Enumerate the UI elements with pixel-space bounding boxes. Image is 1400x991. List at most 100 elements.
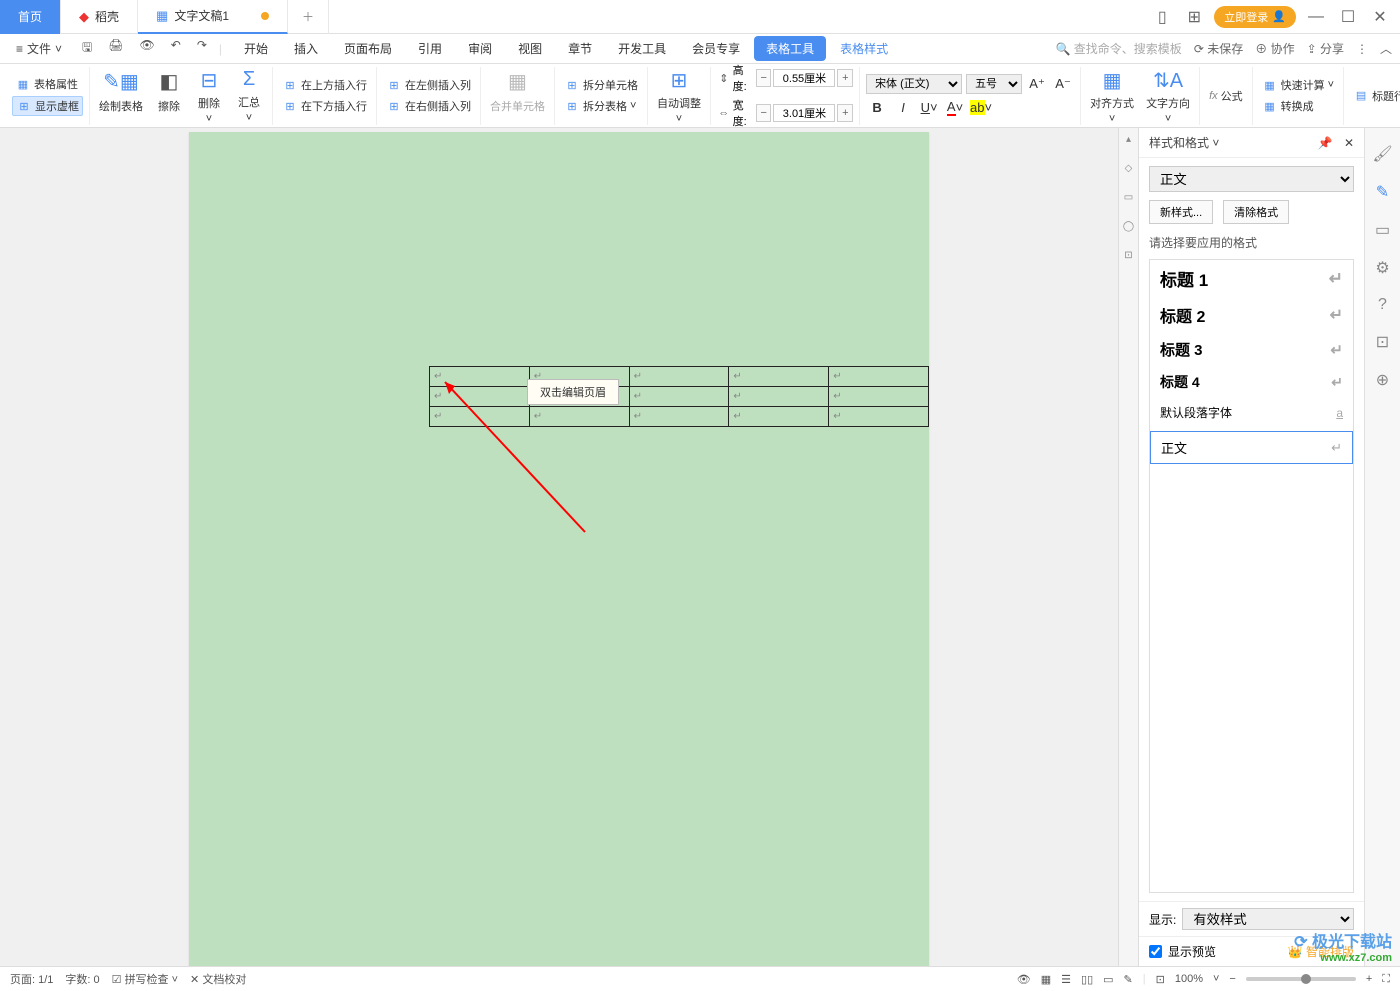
bold-button[interactable]: B — [866, 97, 888, 117]
minimize-button[interactable]: — — [1304, 5, 1328, 29]
insert-right-button[interactable]: ⊞在右侧插入列 — [383, 97, 474, 115]
share-button[interactable]: ⇪ 分享 — [1307, 40, 1344, 57]
insert-below-button[interactable]: ⊞在下方插入行 — [279, 97, 370, 115]
menu-reference[interactable]: 引用 — [406, 36, 454, 61]
zoom-out[interactable]: − — [1229, 973, 1235, 985]
table-props-button[interactable]: ▦表格属性 — [12, 75, 83, 93]
italic-button[interactable]: I — [892, 97, 914, 117]
pin-icon[interactable]: 📌 — [1318, 136, 1333, 150]
style-body[interactable]: 正文↵ — [1150, 431, 1353, 464]
style-heading-2[interactable]: 标题 2↵ — [1150, 297, 1353, 333]
font-shrink[interactable]: A⁻ — [1052, 74, 1074, 94]
style-heading-4[interactable]: 标题 4↵ — [1150, 366, 1353, 398]
tab-add[interactable]: ＋ — [288, 0, 329, 34]
new-style-button[interactable]: 新样式... — [1149, 200, 1213, 224]
collab-button[interactable]: ⊕ 协作 — [1255, 40, 1294, 57]
zoom-fit-icon[interactable]: ⊡ — [1156, 973, 1165, 986]
unsaved-indicator[interactable]: ⟳ 未保存 — [1194, 40, 1243, 57]
panel-close[interactable]: ✕ — [1344, 136, 1354, 150]
qat-undo[interactable]: ↶ — [167, 36, 185, 61]
qat-save[interactable]: 🖫 — [78, 36, 96, 61]
tool-clip-icon[interactable]: ⊡ — [1376, 332, 1389, 352]
qat-print[interactable]: 🖨 — [104, 36, 127, 61]
summary-button[interactable]: Σ汇总˅ — [232, 67, 266, 125]
qat-preview[interactable]: 👁 — [136, 36, 159, 61]
menu-layout[interactable]: 页面布局 — [332, 36, 404, 61]
height-input[interactable] — [773, 69, 835, 87]
collapse-ribbon[interactable]: ︿ — [1380, 40, 1392, 57]
insert-left-button[interactable]: ⊞在左侧插入列 — [383, 76, 474, 94]
font-size-select[interactable]: 五号 — [966, 74, 1022, 94]
delete-button[interactable]: ⊟删除˅ — [192, 67, 226, 125]
width-minus[interactable]: − — [756, 104, 772, 122]
menu-start[interactable]: 开始 — [232, 36, 280, 61]
underline-button[interactable]: U˅ — [918, 97, 940, 117]
gutter-item[interactable]: ▭ — [1124, 192, 1133, 203]
menu-review[interactable]: 审阅 — [456, 36, 504, 61]
clear-format-button[interactable]: 清除格式 — [1223, 200, 1289, 224]
view-book-icon[interactable]: ▯▯ — [1081, 973, 1093, 986]
convert-button[interactable]: ▦转换成 — [1259, 97, 1337, 115]
insert-above-button[interactable]: ⊞在上方插入行 — [279, 76, 370, 94]
view-web-icon[interactable]: ▭ — [1103, 973, 1113, 986]
font-color-button[interactable]: A˅ — [944, 97, 966, 117]
document-area[interactable]: ↵↵↵↵↵ ↵↵↵↵↵ ↵↵↵↵↵ 双击编辑页眉 — [0, 128, 1118, 966]
height-plus[interactable]: + — [837, 69, 853, 87]
status-spell[interactable]: ☑ 拼写检查 ˅ — [112, 971, 178, 987]
command-search[interactable]: 🔍 查找命令、搜索模板 — [1056, 40, 1182, 57]
view-grid-icon[interactable]: ▦ — [1041, 973, 1051, 986]
view-outline-icon[interactable]: ☰ — [1061, 973, 1071, 986]
gutter-item[interactable]: ◇ — [1125, 163, 1133, 174]
style-heading-3[interactable]: 标题 3↵ — [1150, 333, 1353, 366]
status-words[interactable]: 字数: 0 — [65, 971, 99, 987]
menu-member[interactable]: 会员专享 — [680, 36, 752, 61]
menu-devtools[interactable]: 开发工具 — [606, 36, 678, 61]
gutter-item[interactable]: ⊡ — [1124, 250, 1132, 261]
width-input[interactable] — [773, 104, 835, 122]
tab-home[interactable]: 首页 — [0, 0, 61, 34]
style-heading-1[interactable]: 标题 1↵ — [1150, 260, 1353, 297]
status-proof[interactable]: ✕ 文档校对 — [190, 971, 246, 987]
show-filter-select[interactable]: 有效样式 — [1182, 908, 1354, 930]
more-menu[interactable]: ⋮ — [1356, 42, 1368, 56]
formula-button[interactable]: fx 公式 — [1206, 87, 1246, 105]
maximize-button[interactable]: ☐ — [1336, 5, 1360, 29]
tab-document[interactable]: ▦ 文字文稿1 — [138, 0, 288, 34]
status-page[interactable]: 页面: 1/1 — [10, 971, 53, 987]
quick-calc-button[interactable]: ▦快速计算˅ — [1259, 76, 1337, 94]
tool-select-icon[interactable]: ▭ — [1375, 220, 1390, 240]
highlight-button[interactable]: ab˅ — [970, 97, 992, 117]
menu-view[interactable]: 视图 — [506, 36, 554, 61]
split-table-button[interactable]: ⊞拆分表格˅ — [561, 97, 641, 115]
menu-chapter[interactable]: 章节 — [556, 36, 604, 61]
view-edit-icon[interactable]: ✎ — [1124, 973, 1133, 986]
file-menu[interactable]: ≡ 文件 ˅ — [8, 38, 70, 59]
tool-highlight-icon[interactable]: ✎ — [1376, 182, 1389, 202]
auto-fit-button[interactable]: ⊞自动调整˅ — [654, 67, 704, 125]
merge-cells-button[interactable]: ▦合并单元格 — [487, 67, 548, 125]
login-button[interactable]: 立即登录 👤 — [1214, 6, 1296, 28]
gutter-item[interactable]: ◯ — [1123, 221, 1134, 232]
font-name-select[interactable]: 宋体 (正文) — [866, 74, 962, 94]
fullscreen-icon[interactable]: ⛶ — [1382, 973, 1390, 986]
zoom-in[interactable]: + — [1366, 973, 1372, 985]
tool-brush-icon[interactable]: 🖌 — [1372, 144, 1392, 164]
current-style-select[interactable]: 正文 — [1149, 166, 1354, 192]
tool-settings-icon[interactable]: ⚙ — [1375, 258, 1389, 278]
style-default-font[interactable]: 默认段落字体a — [1150, 398, 1353, 427]
qat-redo[interactable]: ↷ — [193, 36, 211, 61]
close-button[interactable]: ✕ — [1368, 5, 1392, 29]
align-button[interactable]: ▦对齐方式˅ — [1087, 67, 1137, 125]
text-dir-button[interactable]: ⇅A文字方向˅ — [1143, 67, 1193, 125]
draw-table-button[interactable]: ✎▦绘制表格 — [96, 67, 146, 125]
apps-icon[interactable]: ⊞ — [1182, 5, 1206, 29]
preview-checkbox[interactable] — [1149, 945, 1162, 958]
width-plus[interactable]: + — [837, 104, 853, 122]
view-eye-icon[interactable]: 👁 — [1017, 973, 1031, 986]
font-grow[interactable]: A⁺ — [1026, 74, 1048, 94]
erase-button[interactable]: ◧擦除 — [152, 67, 186, 125]
menu-insert[interactable]: 插入 — [282, 36, 330, 61]
tool-help-icon[interactable]: ? — [1378, 296, 1387, 314]
menu-table-style[interactable]: 表格样式 — [828, 36, 900, 61]
layout-icon[interactable]: ▯ — [1150, 5, 1174, 29]
